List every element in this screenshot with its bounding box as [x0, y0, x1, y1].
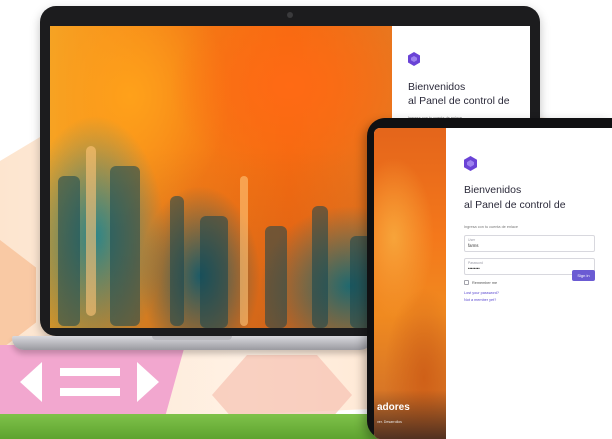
paint-streak [312, 206, 328, 328]
laptop-welcome-title: Bienvenidos al Panel de control de [408, 80, 516, 108]
arrow-bar-top [60, 368, 120, 376]
remember-me-checkbox[interactable] [464, 280, 469, 285]
sign-in-button[interactable]: Sign in [572, 270, 595, 281]
tablet-welcome-title: Bienvenidos al Panel de control de [464, 183, 594, 213]
right-arrow-decoration [137, 362, 159, 402]
paint-streak [86, 146, 96, 316]
paint-streak [110, 166, 140, 326]
laptop-base [12, 336, 372, 350]
laptop-notch [152, 336, 232, 340]
paint-streak [265, 226, 287, 328]
tablet-subtitle: Ingresa con tu cuenta de enlace [464, 225, 519, 229]
left-arrow-decoration [20, 362, 42, 402]
tablet-paint-shade [374, 390, 446, 439]
paint-streak [200, 216, 228, 328]
lost-password-link[interactable]: Lost your password? [464, 291, 499, 295]
tablet-caption: adores [377, 402, 410, 413]
tablet-welcome-line1: Bienvenidos [464, 184, 522, 196]
laptop-camera [287, 12, 293, 18]
username-value[interactable]: farms [468, 243, 591, 248]
tablet-screen: adores ver. Desarrollos Bienvenidos al P… [374, 128, 612, 439]
remember-me-label: Remember me [472, 280, 498, 285]
tablet-login-panel: Bienvenidos al Panel de control de Ingre… [446, 128, 612, 439]
paint-streak [170, 196, 184, 326]
username-label: User [468, 238, 476, 242]
laptop-paint-background [50, 26, 392, 328]
tablet-links: Lost your password? Not a member yet? [464, 291, 499, 302]
hexagon-logo-icon [408, 52, 420, 66]
laptop-welcome-line2: al Panel de control de [408, 95, 510, 107]
paint-streak [240, 176, 248, 326]
paint-streak [58, 176, 80, 326]
arrow-bar-bottom [60, 388, 120, 396]
laptop-welcome-line1: Bienvenidos [408, 81, 466, 93]
not-a-member-link[interactable]: Not a member yet? [464, 298, 499, 302]
hexagon-logo-icon [464, 156, 477, 171]
tablet-welcome-line2: al Panel de control de [464, 199, 566, 211]
username-field[interactable]: User farms [464, 235, 595, 252]
password-label: Password [468, 261, 483, 265]
tablet-caption-sub: ver. Desarrollos [377, 420, 402, 424]
